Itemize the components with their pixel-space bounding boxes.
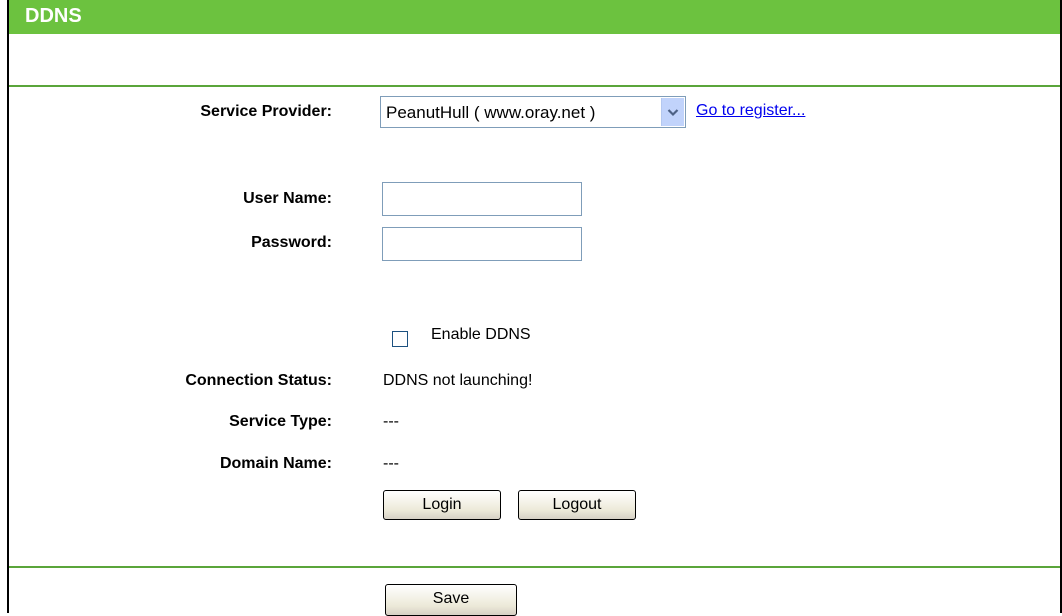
bottom-divider — [9, 566, 1060, 568]
connection-status-value: DDNS not launching! — [383, 372, 533, 389]
page-header: DDNS — [9, 0, 1062, 34]
service-type-value: --- — [383, 413, 399, 430]
logout-button[interactable]: Logout — [518, 490, 636, 520]
domain-name-value: --- — [383, 455, 399, 472]
chevron-down-icon[interactable] — [661, 98, 684, 126]
enable-ddns-checkbox[interactable] — [392, 331, 408, 347]
service-provider-select[interactable]: PeanutHull ( www.oray.net ) — [380, 96, 686, 128]
password-label: Password: — [251, 234, 332, 251]
connection-status-label: Connection Status: — [185, 372, 332, 389]
top-divider — [9, 85, 1060, 87]
service-type-label: Service Type: — [229, 413, 332, 430]
service-provider-value: PeanutHull ( www.oray.net ) — [386, 103, 596, 122]
login-button[interactable]: Login — [383, 490, 501, 520]
page-title: DDNS — [25, 5, 82, 27]
service-provider-label: Service Provider: — [200, 103, 332, 120]
username-label: User Name: — [243, 190, 332, 207]
register-link[interactable]: Go to register... — [696, 102, 805, 120]
enable-ddns-label: Enable DDNS — [431, 326, 531, 343]
username-input[interactable] — [382, 182, 582, 216]
password-input[interactable] — [382, 227, 582, 261]
page-frame — [7, 0, 1062, 613]
save-button[interactable]: Save — [385, 584, 517, 616]
domain-name-label: Domain Name: — [219, 455, 332, 472]
